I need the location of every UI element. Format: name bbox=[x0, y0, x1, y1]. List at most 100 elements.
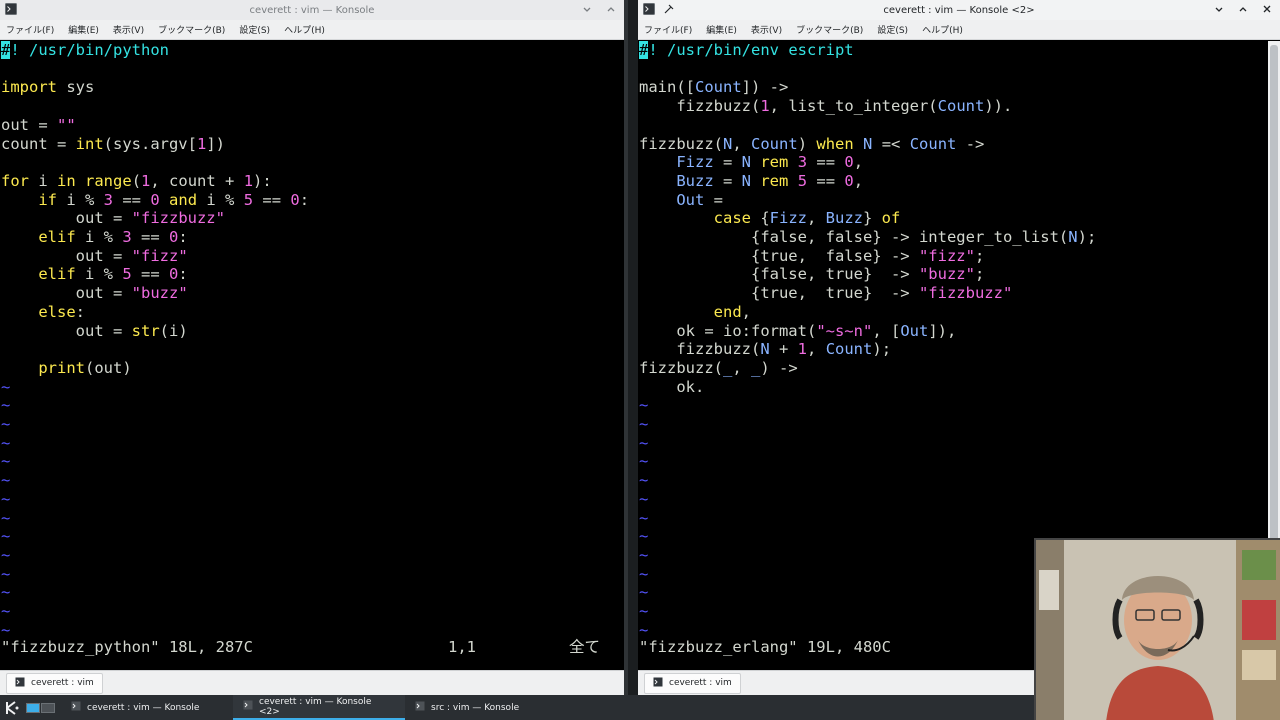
empty-line-tilde: ~ bbox=[639, 583, 649, 602]
code-line: out = "buzz" bbox=[1, 284, 188, 303]
task-label: ceverett : vim — Konsole bbox=[87, 702, 200, 713]
empty-line-tilde: ~ bbox=[1, 545, 11, 564]
left-status-position: 1,1 bbox=[448, 638, 476, 656]
maximize-icon[interactable] bbox=[1236, 2, 1250, 16]
left-window-title: ceverett : vim — Konsole bbox=[249, 4, 375, 16]
desktop-1[interactable] bbox=[26, 702, 40, 713]
task-konsole-2[interactable]: ceverett : vim — Konsole <2> bbox=[233, 695, 405, 720]
left-status-file: "fizzbuzz_python" 18L, 287C bbox=[1, 638, 253, 656]
code-line: Fizz = N rem 3 == 0, bbox=[676, 153, 864, 172]
left-menubar: ファイル(F) 編集(E) 表示(V) ブックマーク(B) 設定(S) ヘルプ(… bbox=[0, 20, 624, 40]
text-cursor: # bbox=[639, 41, 649, 59]
empty-line-tilde: ~ bbox=[639, 415, 649, 433]
minimize-icon[interactable] bbox=[1212, 2, 1226, 16]
left-terminal[interactable]: "fizzbuzz_python" 18L, 287C 1,1 全て #! /u… bbox=[0, 41, 624, 670]
menu-file[interactable]: ファイル(F) bbox=[6, 23, 54, 36]
code-line: else: bbox=[38, 302, 85, 321]
empty-line-tilde: ~ bbox=[639, 452, 649, 471]
menu-bookmarks[interactable]: ブックマーク(B) bbox=[796, 23, 863, 36]
menu-bookmarks[interactable]: ブックマーク(B) bbox=[158, 23, 225, 36]
maximize-icon[interactable] bbox=[604, 2, 618, 16]
left-status-all: 全て bbox=[569, 638, 601, 656]
right-window-title: ceverett : vim — Konsole <2> bbox=[883, 4, 1035, 16]
terminal-icon bbox=[243, 700, 253, 713]
empty-line-tilde: ~ bbox=[1, 396, 11, 415]
text-cursor: # bbox=[1, 41, 11, 59]
code-line: ok. bbox=[639, 377, 705, 396]
empty-line-tilde: ~ bbox=[1, 452, 11, 471]
code-line: print(out) bbox=[38, 358, 132, 377]
pin-icon[interactable] bbox=[662, 2, 676, 16]
menu-view[interactable]: 表示(V) bbox=[113, 23, 144, 36]
code-line: Buzz = N rem 5 == 0, bbox=[676, 171, 864, 190]
tab-label: ceverett : vim bbox=[669, 678, 732, 688]
empty-line-tilde: ~ bbox=[1, 527, 11, 546]
left-session-tab[interactable]: ceverett : vim bbox=[6, 672, 103, 694]
empty-line-tilde: ~ bbox=[1, 489, 11, 508]
task-konsole-1[interactable]: ceverett : vim — Konsole bbox=[61, 695, 233, 720]
empty-line-tilde: ~ bbox=[639, 508, 649, 527]
empty-line-tilde: ~ bbox=[639, 602, 649, 620]
terminal-icon bbox=[15, 677, 25, 690]
code-line: #! /usr/bin/python bbox=[1, 41, 169, 59]
task-label: src : vim — Konsole bbox=[431, 702, 520, 713]
menu-view[interactable]: 表示(V) bbox=[751, 23, 782, 36]
code-line: main([Count]) -> bbox=[639, 78, 789, 97]
code-line: import sys bbox=[1, 78, 95, 97]
code-line: fizzbuzz(1, list_to_integer(Count)). bbox=[639, 97, 1013, 116]
terminal-icon bbox=[653, 677, 663, 690]
right-session-tab[interactable]: ceverett : vim bbox=[644, 672, 741, 694]
code-line: count = int(sys.argv[1]) bbox=[1, 134, 225, 153]
webcam-presenter-image bbox=[1036, 540, 1280, 720]
left-titlebar[interactable]: ceverett : vim — Konsole bbox=[0, 0, 624, 20]
code-line: fizzbuzz(_, _) -> bbox=[639, 358, 798, 377]
empty-line-tilde: ~ bbox=[639, 527, 649, 546]
terminal-icon bbox=[415, 701, 425, 714]
code-line: fizzbuzz(N, Count) when N =< Count -> bbox=[639, 134, 985, 153]
terminal-icon[interactable] bbox=[4, 2, 18, 16]
code-line: ok = io:format("~s~n", [Out]), bbox=[639, 321, 957, 340]
empty-line-tilde: ~ bbox=[1, 415, 11, 433]
empty-line-tilde: ~ bbox=[1, 564, 11, 583]
menu-edit[interactable]: 編集(E) bbox=[706, 23, 737, 36]
code-line: if i % 3 == 0 and i % 5 == 0: bbox=[38, 190, 310, 209]
empty-line-tilde: ~ bbox=[1, 433, 11, 452]
webcam-overlay bbox=[1034, 538, 1280, 720]
menu-help[interactable]: ヘルプ(H) bbox=[922, 23, 963, 36]
code-line: {false, true} -> "buzz"; bbox=[639, 265, 985, 284]
empty-line-tilde: ~ bbox=[639, 489, 649, 508]
code-line: #! /usr/bin/env escript bbox=[639, 41, 854, 59]
code-line: elif i % 3 == 0: bbox=[38, 228, 188, 246]
desktop-pager bbox=[26, 702, 55, 713]
empty-line-tilde: ~ bbox=[1, 377, 11, 396]
menu-file[interactable]: ファイル(F) bbox=[644, 23, 692, 36]
menu-settings[interactable]: 設定(S) bbox=[877, 23, 908, 36]
tab-label: ceverett : vim bbox=[31, 678, 94, 688]
minimize-icon[interactable] bbox=[580, 2, 594, 16]
empty-line-tilde: ~ bbox=[1, 620, 11, 639]
code-line: out = "fizz" bbox=[1, 246, 188, 265]
menu-settings[interactable]: 設定(S) bbox=[239, 23, 270, 36]
code-line: {true, true} -> "fizzbuzz" bbox=[639, 284, 1013, 303]
empty-line-tilde: ~ bbox=[1, 602, 11, 620]
empty-line-tilde: ~ bbox=[639, 396, 649, 415]
desktop-2[interactable] bbox=[41, 702, 55, 713]
code-line: out = "fizzbuzz" bbox=[1, 209, 225, 228]
terminal-icon bbox=[71, 701, 81, 714]
code-line: elif i % 5 == 0: bbox=[38, 265, 188, 284]
empty-line-tilde: ~ bbox=[639, 545, 649, 564]
close-icon[interactable] bbox=[1260, 2, 1274, 16]
menu-help[interactable]: ヘルプ(H) bbox=[284, 23, 325, 36]
task-konsole-3[interactable]: src : vim — Konsole bbox=[405, 695, 577, 720]
kde-launcher-icon[interactable] bbox=[0, 695, 24, 720]
menu-edit[interactable]: 編集(E) bbox=[68, 23, 99, 36]
right-titlebar[interactable]: ceverett : vim — Konsole <2> bbox=[638, 0, 1280, 20]
code-line: case {Fizz, Buzz} of bbox=[713, 209, 901, 228]
code-line: {true, false} -> "fizz"; bbox=[639, 246, 985, 265]
terminal-icon[interactable] bbox=[642, 2, 656, 16]
empty-line-tilde: ~ bbox=[639, 620, 649, 639]
task-label: ceverett : vim — Konsole <2> bbox=[259, 696, 372, 717]
empty-line-tilde: ~ bbox=[1, 508, 11, 527]
code-line: end, bbox=[713, 302, 751, 321]
code-line: fizzbuzz(N + 1, Count); bbox=[639, 340, 892, 359]
